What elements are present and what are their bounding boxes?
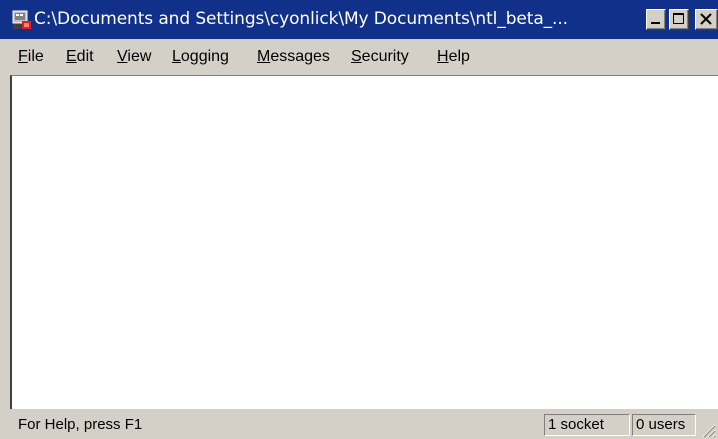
- close-button[interactable]: [695, 9, 718, 30]
- close-icon: [700, 13, 712, 25]
- menu-view[interactable]: View: [117, 48, 151, 66]
- menu-bar: File Edit View Logging Messages Security…: [0, 39, 718, 75]
- window-title: C:\Documents and Settings\cyonlick\My Do…: [34, 9, 568, 29]
- client-area[interactable]: [10, 75, 718, 409]
- menu-logging[interactable]: Logging: [172, 48, 229, 66]
- resize-grip-icon[interactable]: [700, 422, 716, 438]
- status-users: 0 users: [632, 414, 696, 436]
- status-sockets: 1 socket: [544, 414, 630, 436]
- status-bar: For Help, press F1 1 socket 0 users: [0, 409, 718, 439]
- title-bar[interactable]: C:\Documents and Settings\cyonlick\My Do…: [0, 0, 718, 39]
- app-icon[interactable]: [12, 10, 32, 30]
- menu-security[interactable]: Security: [351, 48, 409, 66]
- minimize-icon: [651, 22, 660, 24]
- menu-messages[interactable]: Messages: [257, 48, 330, 66]
- status-help-text: For Help, press F1: [18, 416, 143, 433]
- maximize-button[interactable]: [669, 9, 689, 30]
- app-window: C:\Documents and Settings\cyonlick\My Do…: [0, 0, 718, 439]
- menu-help[interactable]: Help: [437, 48, 470, 66]
- menu-file[interactable]: File: [18, 48, 44, 66]
- menu-edit[interactable]: Edit: [66, 48, 94, 66]
- minimize-button[interactable]: [646, 9, 666, 30]
- maximize-icon: [673, 13, 684, 24]
